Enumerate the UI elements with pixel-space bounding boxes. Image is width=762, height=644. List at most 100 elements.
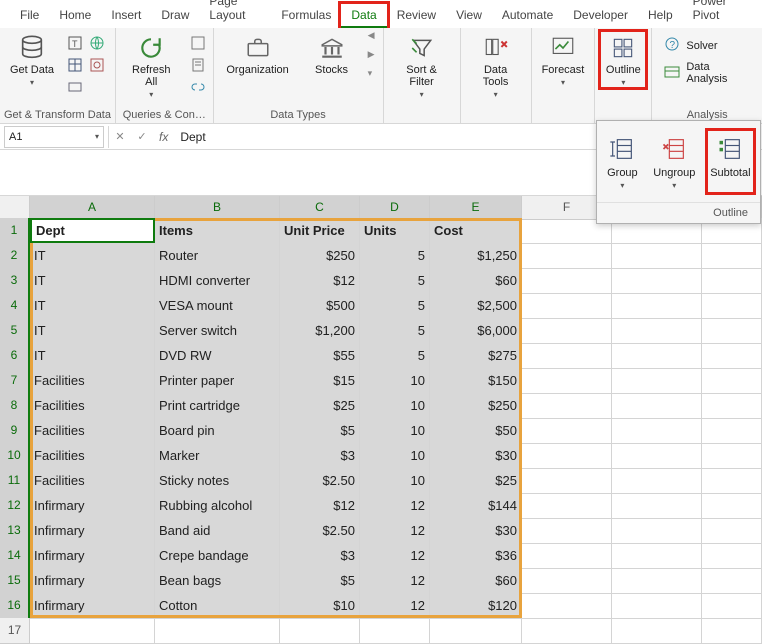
cell[interactable]: $2.50 [280,518,360,544]
from-table-icon[interactable] [66,56,84,74]
row-header[interactable]: 5 [0,318,30,344]
cell[interactable] [612,468,702,494]
cell[interactable] [702,518,762,544]
select-all-cell[interactable] [0,196,30,220]
cell[interactable] [522,268,612,294]
cell[interactable]: Infirmary [30,543,155,569]
organization-button[interactable]: Organization [218,30,298,78]
cell[interactable]: 10 [360,368,430,394]
cell[interactable]: Infirmary [30,493,155,519]
data-tools-button[interactable]: Data Tools ▾ [465,30,527,101]
row-header[interactable]: 14 [0,543,30,569]
cell[interactable]: Items [155,218,280,244]
cell[interactable]: 10 [360,418,430,444]
row-header[interactable]: 4 [0,293,30,319]
from-text-icon[interactable]: T [66,34,84,52]
tab-insert[interactable]: Insert [101,4,151,28]
cell[interactable] [612,568,702,594]
queries-pane-icon[interactable] [189,34,207,52]
cell[interactable]: IT [30,268,155,294]
cell[interactable]: Dept [30,218,155,244]
column-header[interactable]: A [30,196,155,220]
cell[interactable] [522,318,612,344]
cell[interactable]: $144 [430,493,522,519]
cell[interactable] [522,293,612,319]
stocks-button[interactable]: Stocks [302,30,362,78]
cell[interactable] [612,593,702,619]
cell[interactable]: $150 [430,368,522,394]
cell[interactable]: $12 [280,268,360,294]
cell[interactable] [612,443,702,469]
cell[interactable] [612,368,702,394]
cell[interactable] [702,243,762,269]
cell[interactable]: $60 [430,268,522,294]
tab-automate[interactable]: Automate [492,4,563,28]
recent-sources-icon[interactable] [88,56,106,74]
group-button[interactable]: Group ▾ [602,129,642,194]
cell[interactable] [522,343,612,369]
cell[interactable]: $6,000 [430,318,522,344]
cell[interactable]: Cotton [155,593,280,619]
cell[interactable]: $25 [280,393,360,419]
cell[interactable] [30,618,155,644]
cell[interactable]: DVD RW [155,343,280,369]
cell[interactable] [522,443,612,469]
cell[interactable]: 12 [360,568,430,594]
outline-button[interactable]: Outline ▾ [599,30,647,89]
cell[interactable]: $120 [430,593,522,619]
cell[interactable] [612,618,702,644]
cell[interactable] [702,293,762,319]
cell[interactable] [522,543,612,569]
tab-help[interactable]: Help [638,4,683,28]
cell[interactable]: $250 [280,243,360,269]
cell[interactable]: $25 [430,468,522,494]
row-header[interactable]: 16 [0,593,30,619]
tab-review[interactable]: Review [387,4,446,28]
cell[interactable]: IT [30,293,155,319]
row-header[interactable]: 7 [0,368,30,394]
cell[interactable]: $50 [430,418,522,444]
cell[interactable] [522,368,612,394]
cell[interactable]: $1,250 [430,243,522,269]
ungroup-button[interactable]: Ungroup ▾ [649,129,699,194]
tab-power-pivot[interactable]: Power Pivot [683,0,752,28]
scroll-right-icon[interactable]: ▶ [368,49,375,60]
column-header[interactable]: C [280,196,360,220]
cell[interactable]: Server switch [155,318,280,344]
cell[interactable] [522,243,612,269]
properties-icon[interactable] [189,56,207,74]
cell[interactable] [612,543,702,569]
tab-formulas[interactable]: Formulas [271,4,341,28]
cell[interactable]: 10 [360,443,430,469]
edit-links-icon[interactable] [189,78,207,96]
fx-icon[interactable]: fx [159,130,168,144]
refresh-all-button[interactable]: Refresh All ▾ [120,30,183,101]
row-header[interactable]: 3 [0,268,30,294]
cell[interactable] [522,418,612,444]
cell[interactable] [702,443,762,469]
cell[interactable]: VESA mount [155,293,280,319]
cell[interactable]: IT [30,343,155,369]
cell[interactable]: $1,200 [280,318,360,344]
row-header[interactable]: 8 [0,393,30,419]
cell[interactable] [612,518,702,544]
cell[interactable]: Bean bags [155,568,280,594]
row-header[interactable]: 11 [0,468,30,494]
cell[interactable]: 5 [360,343,430,369]
cell[interactable]: 12 [360,493,430,519]
cell[interactable]: Facilities [30,443,155,469]
cell[interactable] [702,418,762,444]
cell[interactable]: 5 [360,318,430,344]
cell[interactable]: Units [360,218,430,244]
cell[interactable] [430,618,522,644]
solver-button[interactable]: ? Solver [664,36,750,55]
cell[interactable] [702,543,762,569]
cell[interactable] [702,318,762,344]
cell[interactable] [522,593,612,619]
cell[interactable]: HDMI converter [155,268,280,294]
from-web-icon[interactable] [88,34,106,52]
cell[interactable] [612,268,702,294]
cancel-formula-icon[interactable]: ✕ [109,126,131,148]
cell[interactable] [522,393,612,419]
cell[interactable] [702,343,762,369]
